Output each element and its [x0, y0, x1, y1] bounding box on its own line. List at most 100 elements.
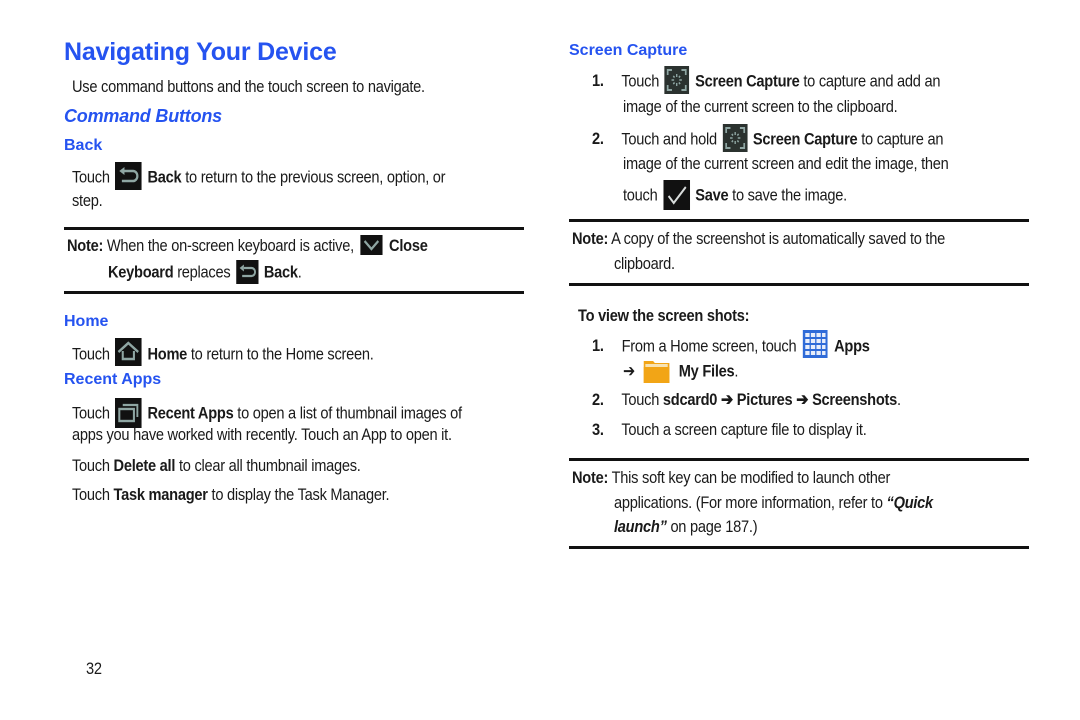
path-segment: Pictures: [736, 390, 793, 409]
screen-capture-icon: [722, 124, 748, 152]
recent-apps-description-line2: apps you have worked with recently. Touc…: [72, 425, 452, 444]
note-soft-key-line1: Note: This soft key can be modified to l…: [572, 468, 890, 488]
divider: [569, 458, 1029, 461]
text: to display the Task Manager.: [211, 485, 390, 504]
text: Touch: [621, 390, 660, 409]
intro-text: Use command buttons and the touch screen…: [72, 77, 425, 96]
screen-capture-icon: [664, 66, 690, 94]
text: to open a list of thumbnail images of: [237, 403, 462, 423]
step-number: 1.: [592, 336, 604, 356]
view-step-1-line2: ➔ My Files.: [623, 360, 738, 384]
note-label: Note:: [572, 468, 609, 487]
quick-launch-link[interactable]: launch”: [614, 517, 667, 536]
text: Screen Capture: [695, 71, 800, 91]
screen-capture-step-2: 2. Touch and hold Screen Capture to capt…: [592, 124, 944, 154]
arrow-icon: ➔: [796, 390, 809, 409]
text: Task manager: [113, 485, 208, 504]
text: Save: [695, 185, 729, 205]
text: touch: [623, 185, 658, 205]
view-step-3: 3. Touch a screen capture file to displa…: [592, 420, 867, 440]
note-screenshot-line2: clipboard.: [614, 254, 675, 273]
recent-apps-heading: Recent Apps: [64, 371, 162, 388]
close-keyboard-chevron-icon: [360, 234, 383, 255]
text: Back: [263, 262, 298, 282]
step-number: 3.: [592, 420, 604, 439]
text: Touch a screen capture file to display i…: [621, 420, 867, 439]
back-arrow-icon: [235, 260, 259, 284]
divider: [569, 546, 1029, 549]
text: From a Home screen, touch: [621, 336, 797, 356]
text: replaces: [177, 262, 231, 282]
note-keyboard-line1: Note: When the on-screen keyboard is act…: [67, 234, 428, 257]
page-number: 32: [86, 659, 102, 678]
text: Touch: [621, 71, 660, 91]
text: Touch: [72, 456, 110, 475]
text: My Files: [678, 361, 735, 381]
note-screenshot-line1: Note: A copy of the screenshot is automa…: [572, 229, 945, 249]
text: This soft key can be modified to launch …: [611, 468, 891, 487]
text: to capture and add an: [803, 71, 941, 91]
text: Screen Capture: [752, 129, 858, 149]
home-icon: [115, 338, 142, 366]
text: When the on-screen keyboard is active,: [106, 236, 354, 255]
text: to return to the Home screen.: [190, 344, 374, 364]
path-segment: Screenshots: [812, 390, 897, 409]
screen-capture-step-2-line3: touch Save to save the image.: [623, 180, 847, 211]
text: Back: [147, 167, 182, 187]
divider: [569, 219, 1029, 222]
screen-capture-step-1-line2: image of the current screen to the clipb…: [623, 97, 898, 116]
screen-capture-step-1: 1. Touch Screen Capture to capture and a…: [592, 66, 941, 96]
note-label: Note:: [572, 229, 609, 248]
divider: [64, 291, 524, 294]
screen-capture-step-2-line2: image of the current screen and edit the…: [623, 154, 949, 173]
step-number: 2.: [592, 129, 604, 149]
text: A copy of the screenshot is automaticall…: [611, 229, 945, 248]
note-soft-key-line3: launch” on page 187.): [614, 517, 758, 537]
view-screenshots-heading: To view the screen shots:: [578, 306, 750, 325]
view-step-2: 2. Touch sdcard0 ➔ Pictures ➔ Screenshot…: [592, 390, 901, 410]
text: .: [297, 262, 302, 282]
note-keyboard-line2: Keyboard replaces Back.: [108, 260, 302, 285]
view-step-1: 1. From a Home screen, touch Apps: [592, 330, 870, 361]
task-manager-description: Touch Task manager to display the Task M…: [72, 485, 390, 505]
text: Close: [389, 236, 428, 255]
text: Touch: [72, 403, 110, 423]
text: Delete all: [113, 456, 176, 475]
step-number: 2.: [592, 390, 604, 409]
text: Touch: [72, 344, 110, 364]
screen-capture-heading: Screen Capture: [569, 42, 688, 59]
arrow-icon: ➔: [720, 390, 733, 409]
quick-launch-link[interactable]: “Quick: [887, 493, 934, 512]
path-segment: sdcard0: [662, 390, 718, 409]
text: applications. (For more information, ref…: [614, 493, 883, 512]
text: Touch: [72, 167, 110, 187]
divider: [64, 227, 524, 230]
text: Touch: [72, 485, 110, 504]
text: to clear all thumbnail images.: [178, 456, 361, 475]
home-heading: Home: [64, 313, 109, 330]
note-label: Note:: [67, 236, 104, 255]
back-arrow-icon: [115, 162, 142, 190]
apps-grid-icon: [802, 330, 828, 358]
back-description-line2: step.: [72, 191, 103, 210]
text: .: [734, 361, 739, 381]
text: Touch and hold: [621, 129, 717, 149]
text: to save the image.: [732, 185, 847, 205]
divider: [569, 283, 1029, 286]
page-title: Navigating Your Device: [64, 38, 337, 66]
text: Recent Apps: [147, 403, 234, 423]
recent-apps-icon: [115, 398, 142, 428]
text: Apps: [834, 336, 870, 356]
text: on page 187.): [670, 517, 758, 536]
text: to capture an: [861, 129, 944, 149]
text: to return to the previous screen, option…: [185, 167, 446, 187]
back-description-line1: Touch Back to return to the previous scr…: [72, 162, 446, 192]
home-description: Touch Home to return to the Home screen.: [72, 338, 374, 369]
folder-icon: [643, 359, 670, 383]
back-heading: Back: [64, 137, 103, 154]
checkmark-save-icon: [663, 180, 690, 210]
command-buttons-heading: Command Buttons: [64, 106, 222, 126]
step-number: 1.: [592, 71, 604, 91]
text: Keyboard: [108, 262, 174, 282]
delete-all-description: Touch Delete all to clear all thumbnail …: [72, 456, 361, 476]
